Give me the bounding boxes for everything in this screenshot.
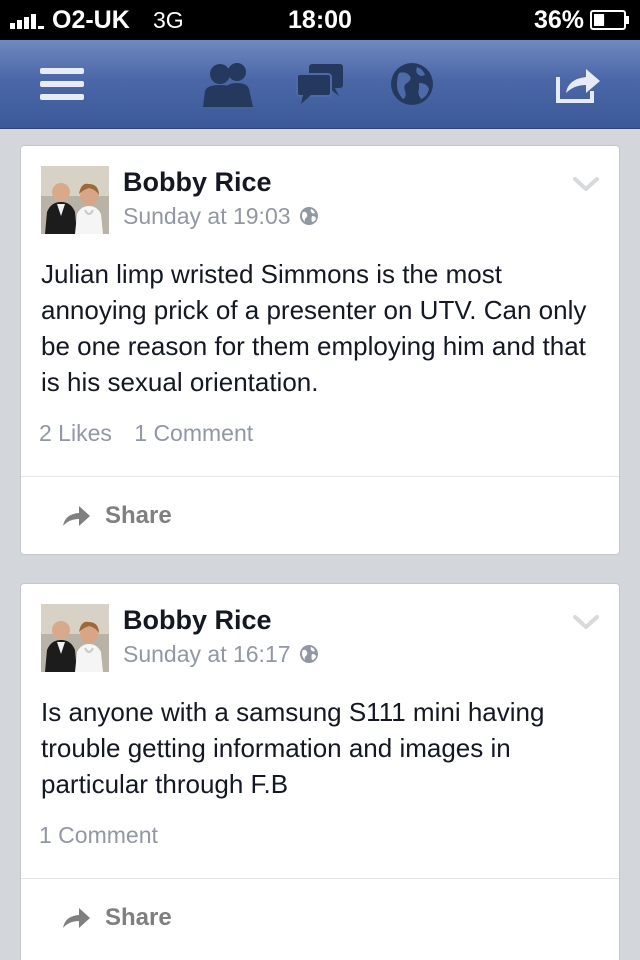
messages-icon [296,64,343,104]
share-button[interactable]: Share [61,502,172,530]
share-label: Share [105,502,172,529]
chevron-down-icon[interactable] [573,614,599,630]
divider [21,878,619,879]
post-message: Julian limp wristed Simmons is the most … [41,259,587,397]
status-bar: O2-UK 3G 18:00 36% [0,0,640,40]
post-timestamp[interactable]: Sunday at 19:03 [123,201,291,231]
post-counts: 1 Comment [39,820,158,850]
notifications-button[interactable] [372,40,452,128]
likes-count[interactable]: 2 Likes [39,420,112,446]
menu-icon [40,68,84,100]
post-timestamp[interactable]: Sunday at 16:17 [123,639,291,669]
chevron-down-icon[interactable] [573,176,599,192]
avatar[interactable] [41,604,109,672]
news-feed: Bobby Rice Sunday at 19:03 Julian limp w… [0,129,640,960]
post-meta: Sunday at 19:03 [123,201,319,231]
divider [21,476,619,477]
messages-button[interactable] [282,40,358,128]
post-author[interactable]: Bobby Rice [123,165,272,199]
share-arrow-icon [63,506,90,526]
comments-count[interactable]: 1 Comment [39,822,158,848]
feed-post: Bobby Rice Sunday at 16:17 Is anyone wit… [20,583,620,960]
share-status-icon [556,69,600,103]
share-button[interactable]: Share [61,904,172,932]
avatar[interactable] [41,166,109,234]
friend-requests-button[interactable] [190,40,266,128]
battery-percentage: 36% [533,6,584,34]
share-arrow-icon [63,908,90,928]
notifications-globe-icon [391,63,433,105]
post-message: Is anyone with a samsung S111 mini havin… [41,697,545,799]
comments-count[interactable]: 1 Comment [134,420,253,446]
friend-requests-icon [203,63,253,107]
globe-icon [299,645,318,663]
battery-icon [590,10,629,30]
post-author[interactable]: Bobby Rice [123,603,272,637]
feed-post: Bobby Rice Sunday at 19:03 Julian limp w… [20,145,620,555]
post-meta: Sunday at 16:17 [123,639,319,669]
share-label: Share [105,904,172,931]
globe-icon [299,207,318,225]
navigation-bar [0,40,640,129]
post-counts: 2 Likes 1 Comment [39,418,253,448]
share-status-button[interactable] [536,40,620,128]
menu-button[interactable] [20,40,104,128]
